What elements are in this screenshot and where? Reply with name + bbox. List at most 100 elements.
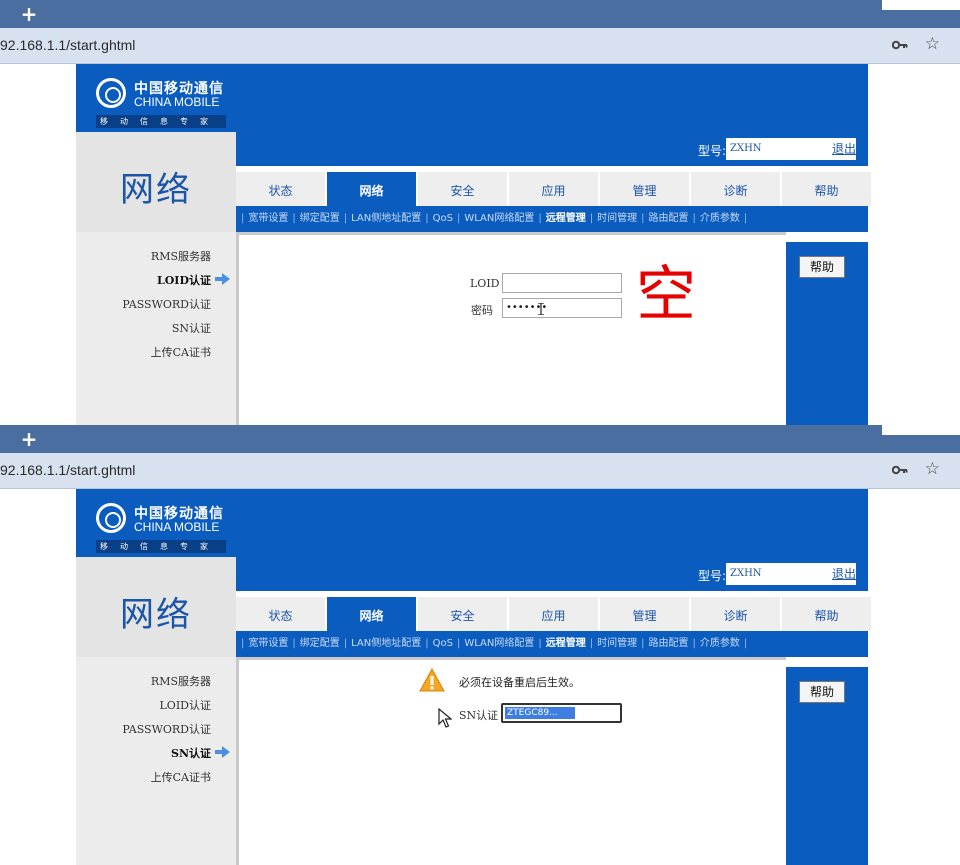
section-title-box: 网络 <box>76 557 236 657</box>
tab-application[interactable]: 应用 <box>509 595 598 631</box>
bookmark-star-icon[interactable]: ☆ <box>925 459 940 479</box>
subnav-time[interactable]: 时间管理 <box>594 631 640 657</box>
subnav-broadband[interactable]: 宽带设置 <box>245 206 291 232</box>
sidebar: RMS服务器 LOID认证 PASSWORD认证 SN认证 上传CA证书 <box>76 657 236 865</box>
address-bar[interactable]: 92.168.1.1/start.ghtml ☆ <box>0 28 960 64</box>
model-label: 型号: <box>697 144 726 158</box>
tab-network[interactable]: 网络 <box>327 170 416 206</box>
section-title-box: 网络 <box>76 132 236 232</box>
screenshot-panel-sn: + 92.168.1.1/start.ghtml ☆ 中国移动通信 CHINA … <box>0 425 960 865</box>
empty-annotation: 空 <box>636 260 696 330</box>
tab-status[interactable]: 状态 <box>236 170 325 206</box>
help-gap <box>786 232 868 242</box>
new-tab-button[interactable]: + <box>18 3 40 25</box>
address-bar[interactable]: 92.168.1.1/start.ghtml ☆ <box>0 453 960 489</box>
key-icon[interactable] <box>892 39 908 51</box>
subnav-wlan[interactable]: WLAN网络配置 <box>461 631 537 657</box>
sidebar-item-rms[interactable]: RMS服务器 <box>151 673 211 689</box>
screenshot-panel-loid: + 92.168.1.1/start.ghtml ☆ 中国移动通信 CHINA … <box>0 0 960 425</box>
router-page: 中国移动通信 CHINA MOBILE 移动信息专家 网络 型号: ZXHN F… <box>76 489 871 865</box>
help-button[interactable]: 帮助 <box>799 681 845 703</box>
subnav-remote-management[interactable]: 远程管理 <box>543 206 589 232</box>
sidebar-item-rms[interactable]: RMS服务器 <box>151 248 211 264</box>
router-page: 中国移动通信 CHINA MOBILE 移动信息专家 网络 型号: ZXHN F… <box>76 64 871 425</box>
logout-link[interactable]: 退出 <box>816 138 856 160</box>
main-tabs: 状态 网络 安全 应用 管理 诊断 帮助 <box>236 166 871 206</box>
loid-label: LOID <box>470 277 500 290</box>
tab-security[interactable]: 安全 <box>418 595 507 631</box>
tab-management[interactable]: 管理 <box>600 170 689 206</box>
tab-help[interactable]: 帮助 <box>782 595 871 631</box>
warning-icon <box>419 668 445 692</box>
tab-strip-edge <box>882 425 960 435</box>
help-column: 帮助 <box>786 242 868 425</box>
sidebar-item-password[interactable]: PASSWORD认证 <box>122 721 211 737</box>
help-gap <box>786 657 868 667</box>
top-info-bar: 型号: ZXHN F663NV3a 退出 <box>236 132 868 176</box>
sidebar-item-loid[interactable]: LOID认证 <box>160 697 212 713</box>
tab-help[interactable]: 帮助 <box>782 170 871 206</box>
tab-status[interactable]: 状态 <box>236 595 325 631</box>
subnav-media[interactable]: 介质参数 <box>697 206 743 232</box>
tab-strip-edge <box>882 0 960 10</box>
help-column: 帮助 <box>786 667 868 865</box>
sub-navigation: | 宽带设置 | 绑定配置 | LAN侧地址配置 | QoS | WLAN网络配置 | 远程管理 | 时间… <box>236 206 868 232</box>
sidebar-item-sn[interactable]: SN认证 <box>172 320 211 336</box>
logo-text-en: CHINA MOBILE <box>134 95 220 109</box>
logout-link[interactable]: 退出 <box>816 563 856 585</box>
subnav-broadband[interactable]: 宽带设置 <box>245 631 291 657</box>
router-banner: 中国移动通信 CHINA MOBILE 移动信息专家 <box>76 64 868 132</box>
bookmark-star-icon[interactable]: ☆ <box>925 34 940 54</box>
browser-tab-strip: + <box>0 425 960 453</box>
sidebar-item-ca[interactable]: 上传CA证书 <box>151 344 211 360</box>
tab-diagnosis[interactable]: 诊断 <box>691 595 780 631</box>
notice-text: 必须在设备重启后生效。 <box>459 676 580 689</box>
sidebar-item-password[interactable]: PASSWORD认证 <box>122 296 211 312</box>
section-title: 网络 <box>120 170 192 210</box>
browser-tab-strip: + <box>0 0 960 28</box>
section-title: 网络 <box>120 595 192 635</box>
china-mobile-logo-icon <box>96 503 126 533</box>
tab-management[interactable]: 管理 <box>600 595 689 631</box>
subnav-lan-address[interactable]: LAN侧地址配置 <box>348 631 424 657</box>
mouse-pointer-icon <box>438 708 452 728</box>
tab-application[interactable]: 应用 <box>509 170 598 206</box>
subnav-qos[interactable]: QoS <box>430 206 456 232</box>
key-icon[interactable] <box>892 464 908 476</box>
sidebar-item-ca[interactable]: 上传CA证书 <box>151 769 211 785</box>
model-value: ZXHN F663NV3a <box>726 138 816 176</box>
loid-input[interactable] <box>502 273 622 293</box>
sn-input-selection: ZTEGC89... <box>505 707 575 719</box>
tab-diagnosis[interactable]: 诊断 <box>691 170 780 206</box>
sn-input[interactable]: ZTEGC89... <box>501 703 622 723</box>
top-info-bar: 型号: ZXHN F663NV3a 退出 <box>236 557 868 601</box>
model-label: 型号: <box>697 569 726 583</box>
sidebar-item-sn[interactable]: SN认证 <box>171 745 211 761</box>
subnav-lan-address[interactable]: LAN侧地址配置 <box>348 206 424 232</box>
subnav-media[interactable]: 介质参数 <box>697 631 743 657</box>
content-area: 必须在设备重启后生效。 SN认证 ZTEGC89... <box>236 657 786 865</box>
address-text[interactable]: 92.168.1.1/start.ghtml <box>0 37 135 53</box>
sidebar-item-loid[interactable]: LOID认证 <box>157 272 211 288</box>
tab-security[interactable]: 安全 <box>418 170 507 206</box>
subnav-routing[interactable]: 路由配置 <box>645 206 691 232</box>
text-cursor-icon <box>538 303 544 315</box>
router-banner: 中国移动通信 CHINA MOBILE 移动信息专家 <box>76 489 868 557</box>
subnav-time[interactable]: 时间管理 <box>594 206 640 232</box>
subnav-qos[interactable]: QoS <box>430 631 456 657</box>
subnav-binding[interactable]: 绑定配置 <box>297 631 343 657</box>
subnav-remote-management[interactable]: 远程管理 <box>543 631 589 657</box>
logo-slogan: 移动信息专家 <box>96 115 226 128</box>
password-label: 密码 <box>471 304 493 317</box>
new-tab-button[interactable]: + <box>18 428 40 450</box>
subnav-routing[interactable]: 路由配置 <box>645 631 691 657</box>
sn-label: SN认证 <box>459 709 499 722</box>
help-button[interactable]: 帮助 <box>799 256 845 278</box>
password-input[interactable]: ••••••• <box>502 298 622 318</box>
address-text[interactable]: 92.168.1.1/start.ghtml <box>0 462 135 478</box>
model-value: ZXHN F663NV3a <box>726 563 816 601</box>
subnav-binding[interactable]: 绑定配置 <box>297 206 343 232</box>
subnav-wlan[interactable]: WLAN网络配置 <box>461 206 537 232</box>
arrow-right-icon <box>215 273 230 285</box>
tab-network[interactable]: 网络 <box>327 595 416 631</box>
